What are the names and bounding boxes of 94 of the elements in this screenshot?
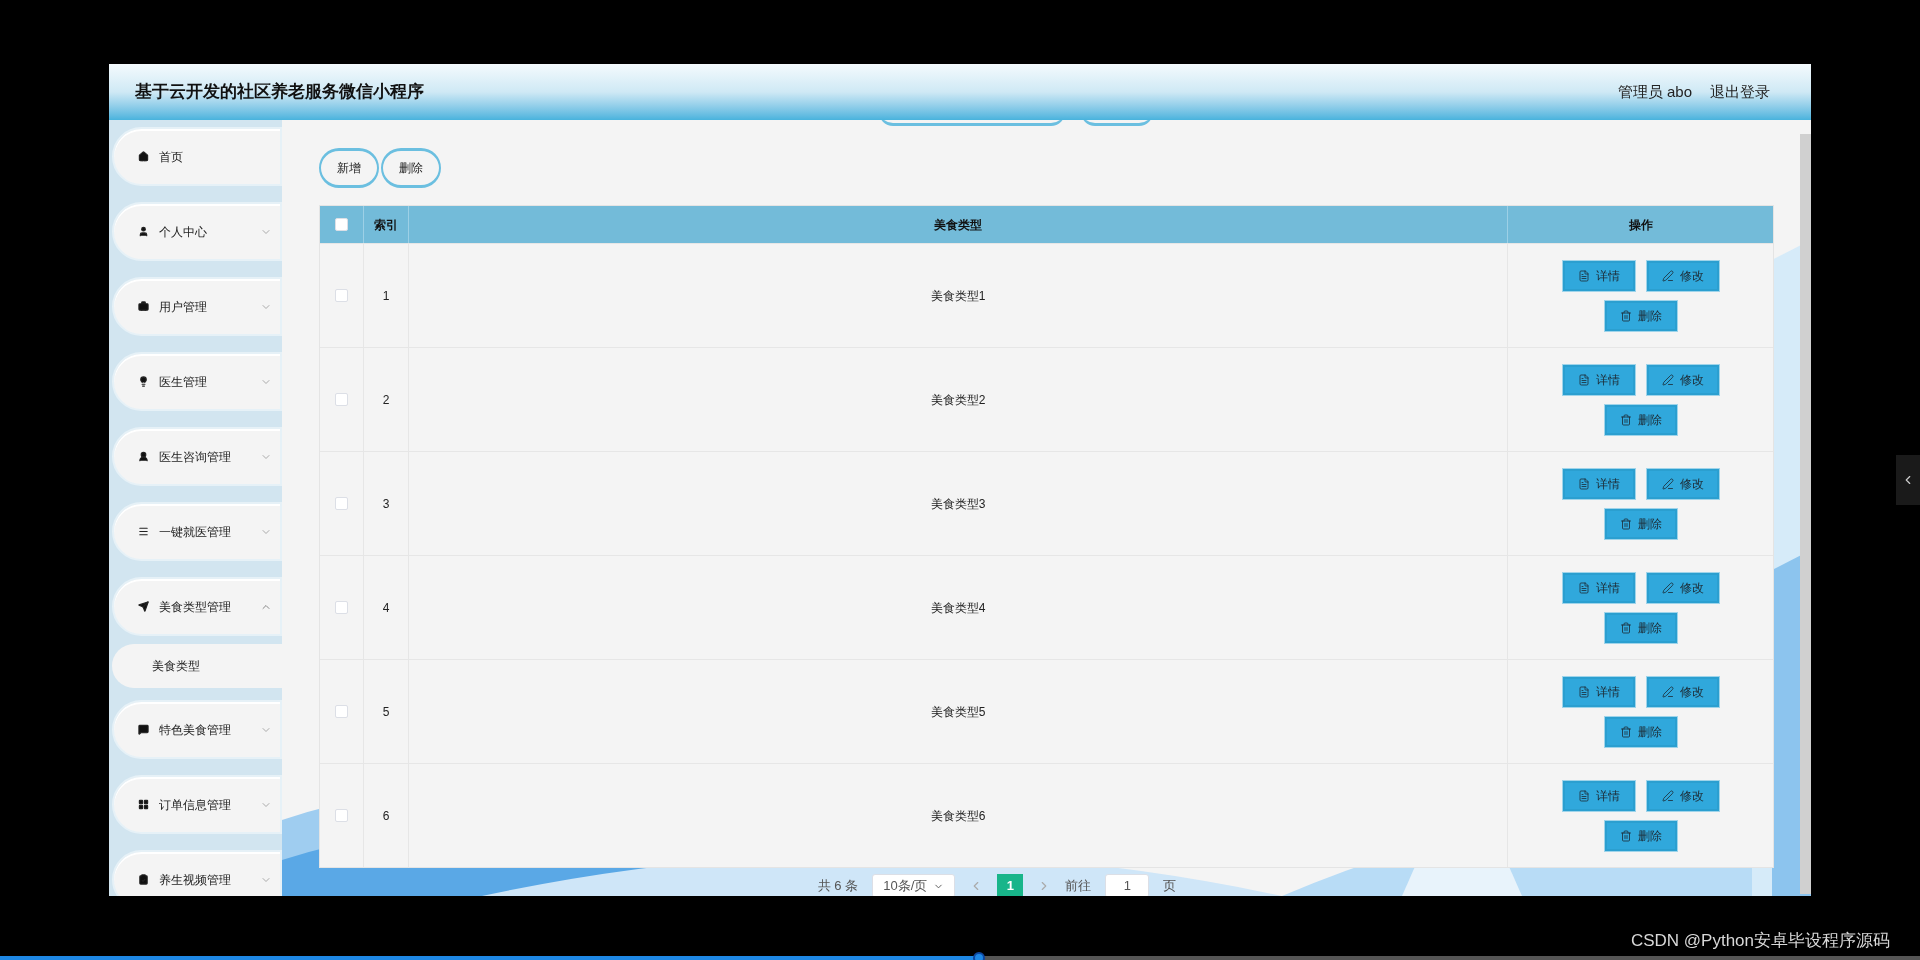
logout-link[interactable]: 退出登录 (1710, 80, 1770, 104)
action-button[interactable]: 详情 (1562, 780, 1635, 811)
bulb-icon (138, 376, 149, 387)
action-button[interactable]: 修改 (1646, 468, 1719, 499)
user-label: 管理员 abo (1617, 81, 1692, 102)
progress-thumb[interactable] (973, 952, 986, 960)
action-button[interactable]: 删除 (1604, 820, 1677, 851)
table-cell-text: 美食类型1 (930, 287, 986, 305)
document-icon (1577, 789, 1590, 802)
sidebar-item[interactable]: 一键就医管理 (112, 502, 282, 561)
sidebar-item[interactable]: 美食类型管理 (112, 577, 282, 636)
table-cell-text: 美食类型5 (930, 703, 986, 721)
action-button[interactable]: 修改 (1646, 572, 1719, 603)
person-icon (138, 451, 149, 462)
action-button[interactable]: 删除 (1604, 300, 1677, 331)
checkbox[interactable] (335, 393, 348, 406)
page-size-select[interactable]: 10条/页 (872, 874, 956, 896)
pencil-icon (1661, 685, 1674, 698)
total-count: 共 6 条 (817, 877, 859, 896)
clipboard-icon (138, 874, 149, 885)
action-button[interactable]: 修改 (1646, 676, 1719, 707)
action-button[interactable]: 修改 (1646, 780, 1719, 811)
sidebar-item[interactable]: 个人中心 (112, 202, 282, 261)
document-icon (1577, 685, 1590, 698)
page-input[interactable]: 1 (1105, 874, 1150, 896)
goto-label: 前往 (1065, 877, 1092, 896)
action-button[interactable]: 修改 (1646, 260, 1719, 291)
trash-icon (1619, 621, 1632, 634)
paper-plane-icon (138, 601, 149, 612)
checkbox[interactable] (335, 497, 348, 510)
app-title: 基于云开发的社区养老服务微信小程序 (135, 81, 424, 104)
scrollbar[interactable] (1800, 134, 1811, 894)
checkbox[interactable] (335, 809, 348, 822)
trash-icon (1619, 413, 1632, 426)
pencil-icon (1661, 373, 1674, 386)
action-button[interactable]: 详情 (1562, 364, 1635, 395)
table-cell-text: 美食类型3 (930, 495, 986, 513)
table-cell-text: 美食类型4 (930, 599, 986, 617)
table-cell-text: 5 (382, 703, 390, 721)
sidebar-item[interactable]: 养生视频管理 (112, 850, 282, 896)
person-icon (138, 226, 149, 237)
trash-icon (1619, 517, 1632, 530)
table-cell-text: 6 (382, 807, 390, 825)
page-suffix: 页 (1163, 877, 1177, 896)
action-button[interactable]: 详情 (1562, 676, 1635, 707)
document-icon (1577, 581, 1590, 594)
action-button[interactable]: 详情 (1562, 260, 1635, 291)
list-icon (138, 526, 149, 537)
pencil-icon (1661, 789, 1674, 802)
checkbox[interactable] (335, 705, 348, 718)
submenu-item[interactable]: 美食类型 (112, 644, 282, 688)
sidebar-item[interactable]: 订单信息管理 (112, 775, 282, 834)
action-button[interactable]: 详情 (1562, 468, 1635, 499)
sidebar-item[interactable]: 用户管理 (112, 277, 282, 336)
pencil-icon (1661, 269, 1674, 282)
trash-icon (1619, 725, 1632, 738)
trash-icon (1619, 309, 1632, 322)
document-icon (1577, 269, 1590, 282)
action-button[interactable]: 删除 (1604, 716, 1677, 747)
checkbox[interactable] (335, 289, 348, 302)
action-button[interactable]: 删除 (1604, 612, 1677, 643)
toolbar-button[interactable]: 新增 (319, 148, 379, 188)
table-cell-text: 3 (382, 495, 390, 513)
sidebar-item[interactable]: 首页 (112, 127, 282, 186)
table-cell-text: 2 (382, 391, 390, 409)
pencil-icon (1661, 581, 1674, 594)
action-button[interactable]: 修改 (1646, 364, 1719, 395)
checkbox[interactable] (335, 218, 348, 231)
trash-icon (1619, 829, 1632, 842)
table-cell-text: 美食类型6 (930, 807, 986, 825)
document-icon (1577, 477, 1590, 490)
toolbar-button[interactable]: 删除 (381, 148, 441, 188)
column-header: 操作 (1628, 216, 1653, 234)
table-cell-text: 美食类型2 (930, 391, 986, 409)
side-panel-tab[interactable] (1896, 455, 1920, 505)
progress-track[interactable] (0, 956, 1920, 960)
action-button[interactable]: 删除 (1604, 508, 1677, 539)
pencil-icon (1661, 477, 1674, 490)
sidebar-item[interactable]: 医生咨询管理 (112, 427, 282, 486)
caption-text: CSDN @Python安卓毕设程序源码 (1630, 930, 1890, 952)
sidebar-item[interactable]: 医生管理 (112, 352, 282, 411)
grid-icon (138, 799, 149, 810)
column-header: 索引 (374, 216, 398, 234)
action-button[interactable]: 删除 (1604, 404, 1677, 435)
column-header: 美食类型 (934, 216, 982, 234)
chat-icon (138, 724, 149, 735)
document-icon (1577, 373, 1590, 386)
briefcase-icon (138, 301, 149, 312)
action-button[interactable]: 详情 (1562, 572, 1635, 603)
checkbox[interactable] (335, 601, 348, 614)
sidebar-item[interactable]: 特色美食管理 (112, 700, 282, 759)
table-cell-text: 1 (382, 287, 390, 305)
home-icon (138, 151, 149, 162)
table-cell-text: 4 (382, 599, 390, 617)
